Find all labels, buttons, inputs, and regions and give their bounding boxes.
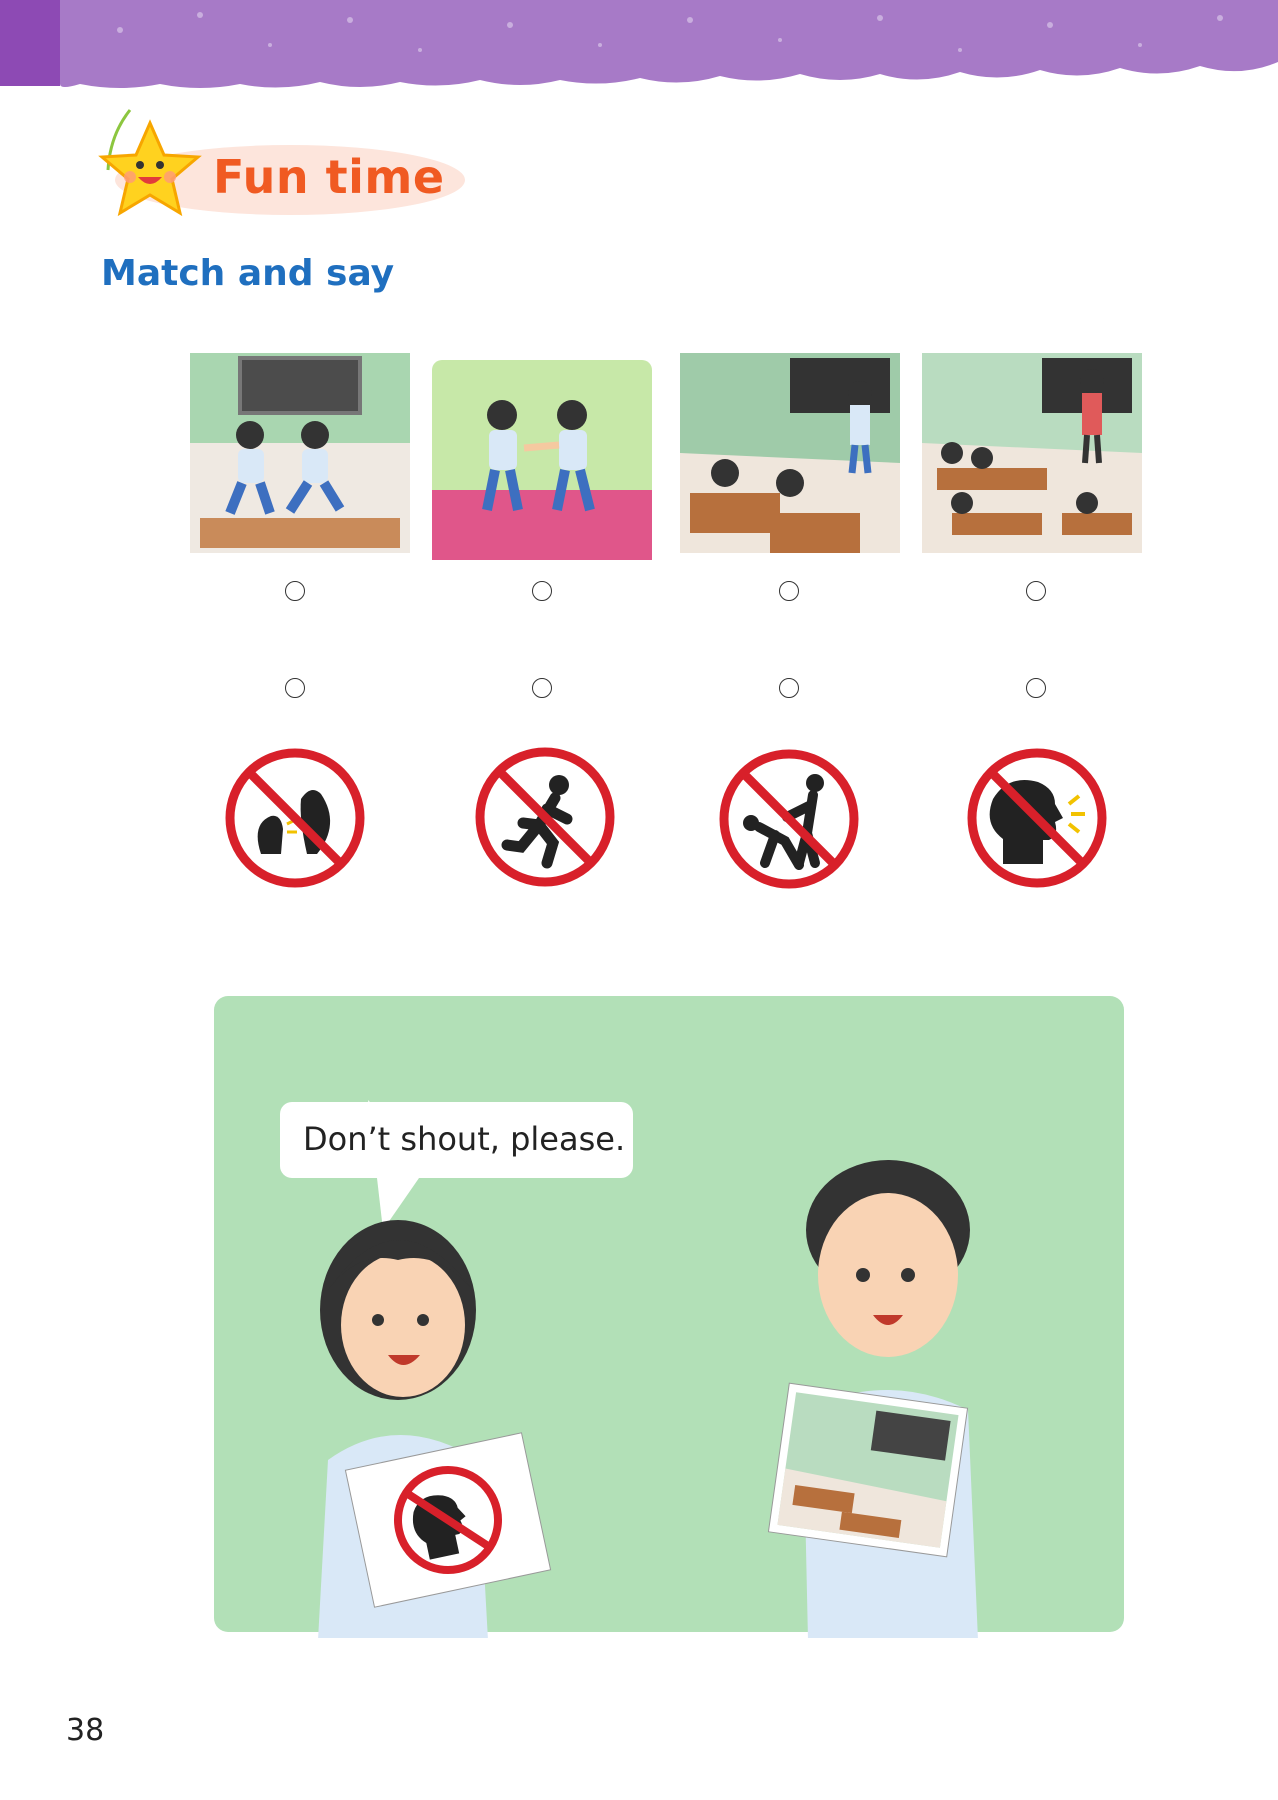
scene-running-picture xyxy=(190,353,410,553)
scene-2-dot[interactable] xyxy=(532,581,552,601)
scene-4-dot[interactable] xyxy=(1026,581,1046,601)
sign-3-dot[interactable] xyxy=(779,678,799,698)
boy-held-picture xyxy=(767,1382,969,1558)
page-number: 38 xyxy=(66,1713,105,1748)
no-shouting-sign-icon xyxy=(967,748,1107,888)
no-pushing-sign-icon xyxy=(719,749,859,889)
no-talking-sign-icon xyxy=(225,748,365,888)
sign-2-dot[interactable] xyxy=(532,678,552,698)
scene-shouting-picture xyxy=(680,353,900,553)
scene-3-dot[interactable] xyxy=(779,581,799,601)
activity-instruction: Match and say xyxy=(101,253,395,294)
top-banner xyxy=(0,0,1278,88)
section-title: Fun time xyxy=(213,150,445,204)
sign-1-dot[interactable] xyxy=(285,678,305,698)
sign-4-dot[interactable] xyxy=(1026,678,1046,698)
no-running-sign-icon xyxy=(475,747,615,887)
speech-text: Don’t shout, please. xyxy=(303,1120,626,1158)
scene-talking-picture xyxy=(922,353,1142,553)
example-illustration xyxy=(214,996,1124,1638)
scene-1-dot[interactable] xyxy=(285,581,305,601)
scene-pushing-picture xyxy=(432,360,652,560)
